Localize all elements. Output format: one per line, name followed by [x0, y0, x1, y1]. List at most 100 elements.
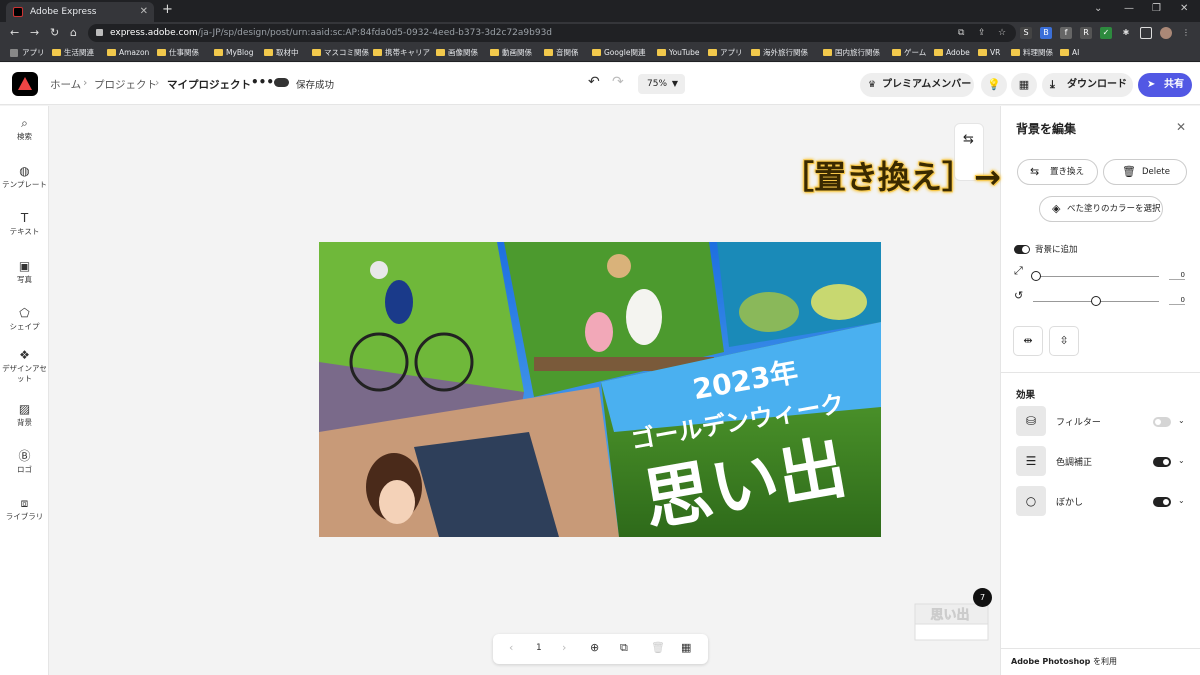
side-panel-icon[interactable]	[1140, 27, 1152, 39]
chevron-down-icon[interactable]: ⌄	[1178, 496, 1185, 505]
rail-item-search[interactable]: ⌕ 検索	[0, 116, 49, 142]
rail-item-shape[interactable]: ⬠ シェイプ	[0, 306, 49, 332]
bookmark-item[interactable]: ゲーム	[892, 47, 926, 59]
install-icon[interactable]: ⧉	[958, 24, 964, 42]
close-tab-icon[interactable]: ✕	[140, 2, 148, 22]
scale-slider-handle[interactable]	[1031, 271, 1041, 281]
bookmark-item[interactable]: Google関連	[592, 47, 645, 59]
extension-green-icon[interactable]: ✓	[1100, 27, 1112, 39]
extension-r-icon[interactable]: R	[1080, 27, 1092, 39]
bookmark-item[interactable]: 仕事関係	[157, 47, 199, 59]
bookmark-item[interactable]: アプリ	[10, 47, 45, 59]
zoom-value: 75%	[647, 79, 668, 89]
swap-icon[interactable]: ⇆	[963, 132, 974, 147]
panel-title: 背景を編集	[1016, 122, 1077, 136]
delete-page-icon[interactable]: 🗑	[651, 641, 665, 654]
adjustments-toggle[interactable]	[1153, 457, 1171, 467]
rotate-value[interactable]: 0	[1169, 296, 1185, 305]
scale-value[interactable]: 0	[1169, 271, 1185, 280]
bookmark-item[interactable]: 海外旅行関係	[751, 47, 808, 59]
rail-item-logo[interactable]: Ⓑ ロゴ	[0, 449, 49, 475]
rail-item-background[interactable]: ▨ 背景	[0, 402, 49, 428]
breadcrumb-projects[interactable]: プロジェクト	[94, 77, 157, 92]
zoom-select[interactable]: 75% ▼	[638, 74, 685, 94]
minimize-icon[interactable]: —	[1124, 3, 1134, 14]
chevron-down-icon[interactable]: ⌄	[1178, 416, 1185, 425]
flip-vertical-icon[interactable]: ⇳	[1049, 326, 1079, 356]
add-to-background-toggle[interactable]	[1014, 245, 1030, 254]
rail-item-label: テキスト	[9, 227, 40, 236]
paint-bucket-icon: ◈	[1052, 202, 1061, 215]
background-icon: ▨	[18, 402, 31, 416]
bookmark-item[interactable]: 国内旅行関係	[823, 47, 880, 59]
duplicate-page-icon[interactable]: ⧉	[620, 641, 628, 655]
bookmark-item[interactable]: Amazon	[107, 47, 149, 59]
share-button[interactable]: ➤ 共有	[1138, 73, 1192, 97]
more-options-button[interactable]: •••	[251, 75, 274, 89]
premium-member-button[interactable]: ♛ プレミアムメンバー	[860, 73, 974, 97]
bookmark-item[interactable]: 動画関係	[490, 47, 532, 59]
rail-item-library[interactable]: ⧈ ライブラリ	[0, 496, 49, 522]
chevron-down-icon[interactable]: ⌄	[1178, 456, 1185, 465]
design-asset-icon: ❖	[19, 348, 30, 362]
bookmark-star-icon[interactable]: ☆	[998, 24, 1006, 42]
grid-view-icon[interactable]: ▦	[681, 641, 691, 654]
blur-toggle[interactable]	[1153, 497, 1171, 507]
new-tab-icon[interactable]: +	[162, 2, 173, 17]
extensions-puzzle-icon[interactable]: ✱	[1120, 27, 1132, 39]
download-button[interactable]: ⤓ ダウンロード	[1042, 73, 1133, 97]
restore-icon[interactable]: ❐	[1152, 3, 1161, 14]
close-panel-icon[interactable]: ✕	[1176, 120, 1186, 134]
bookmark-item[interactable]: VR	[978, 47, 1000, 59]
rail-item-template[interactable]: ◍ テンプレート	[0, 164, 49, 190]
rail-item-design-asset[interactable]: ❖ デザインアセット	[0, 348, 49, 384]
lightbulb-icon[interactable]: 💡	[981, 73, 1007, 97]
bookmark-item[interactable]: 取材中	[264, 47, 299, 59]
address-bar[interactable]: express.adobe.com/ja-JP/sp/design/post/u…	[88, 24, 1016, 42]
redo-icon[interactable]: ↷	[612, 74, 624, 90]
breadcrumb-home[interactable]: ホーム	[50, 77, 81, 92]
reload-icon[interactable]: ↻	[50, 26, 59, 39]
prev-page-icon[interactable]: ‹	[509, 641, 513, 654]
browser-tab[interactable]: Adobe Express ✕	[6, 2, 154, 22]
bookmark-item[interactable]: YouTube	[657, 47, 700, 59]
tab-search-icon[interactable]: ⌄	[1094, 3, 1102, 14]
add-page-icon[interactable]: ⊕	[590, 641, 599, 654]
delete-button[interactable]: 🗑 Delete	[1103, 159, 1187, 185]
bookmark-item[interactable]: 画像関係	[436, 47, 478, 59]
next-page-icon[interactable]: ›	[562, 641, 566, 654]
bookmark-item[interactable]: アプリ	[708, 47, 743, 59]
scale-slider-track[interactable]	[1033, 276, 1159, 277]
bookmark-item[interactable]: マスコミ関係	[312, 47, 369, 59]
home-icon[interactable]: ⌂	[70, 26, 77, 39]
rail-item-text[interactable]: T テキスト	[0, 211, 49, 237]
profile-avatar[interactable]	[1160, 27, 1172, 39]
adobe-express-logo[interactable]	[12, 72, 38, 96]
breadcrumb-my-project[interactable]: マイプロジェクト	[167, 77, 251, 92]
replace-button[interactable]: ⇆ 置き換え	[1017, 159, 1098, 185]
bookmark-item[interactable]: MyBlog	[214, 47, 254, 59]
calendar-icon[interactable]: ▦	[1011, 73, 1037, 97]
design-canvas[interactable]: 2023年 ゴールデンウィーク 思い出	[319, 242, 881, 537]
collage-artwork[interactable]: 2023年 ゴールデンウィーク 思い出	[319, 242, 881, 537]
menu-kebab-icon[interactable]: ⋮	[1180, 27, 1192, 39]
bookmark-item[interactable]: Adobe	[934, 47, 970, 59]
rail-item-photo[interactable]: ▣ 写真	[0, 259, 49, 285]
bookmark-item[interactable]: 生活関連	[52, 47, 94, 59]
extension-blue-icon[interactable]: B	[1040, 27, 1052, 39]
filter-toggle[interactable]	[1153, 417, 1171, 427]
extension-s-icon[interactable]: S	[1020, 27, 1032, 39]
undo-icon[interactable]: ↶	[588, 74, 600, 90]
bookmark-item[interactable]: 料理関係	[1011, 47, 1053, 59]
bookmark-item[interactable]: 携帯キャリア	[373, 47, 430, 59]
flip-horizontal-icon[interactable]: ⇹	[1013, 326, 1043, 356]
close-window-icon[interactable]: ✕	[1180, 3, 1188, 14]
fill-color-button[interactable]: ◈ べた塗りのカラーを選択	[1039, 196, 1163, 222]
share-page-icon[interactable]: ⇪	[978, 24, 986, 42]
rotate-slider-handle[interactable]	[1091, 296, 1101, 306]
bookmark-item[interactable]: 音関係	[544, 47, 579, 59]
back-icon[interactable]: ←	[10, 26, 19, 39]
extension-f-icon[interactable]: f	[1060, 27, 1072, 39]
bookmark-item[interactable]: AI	[1060, 47, 1079, 59]
forward-icon[interactable]: →	[30, 26, 39, 39]
